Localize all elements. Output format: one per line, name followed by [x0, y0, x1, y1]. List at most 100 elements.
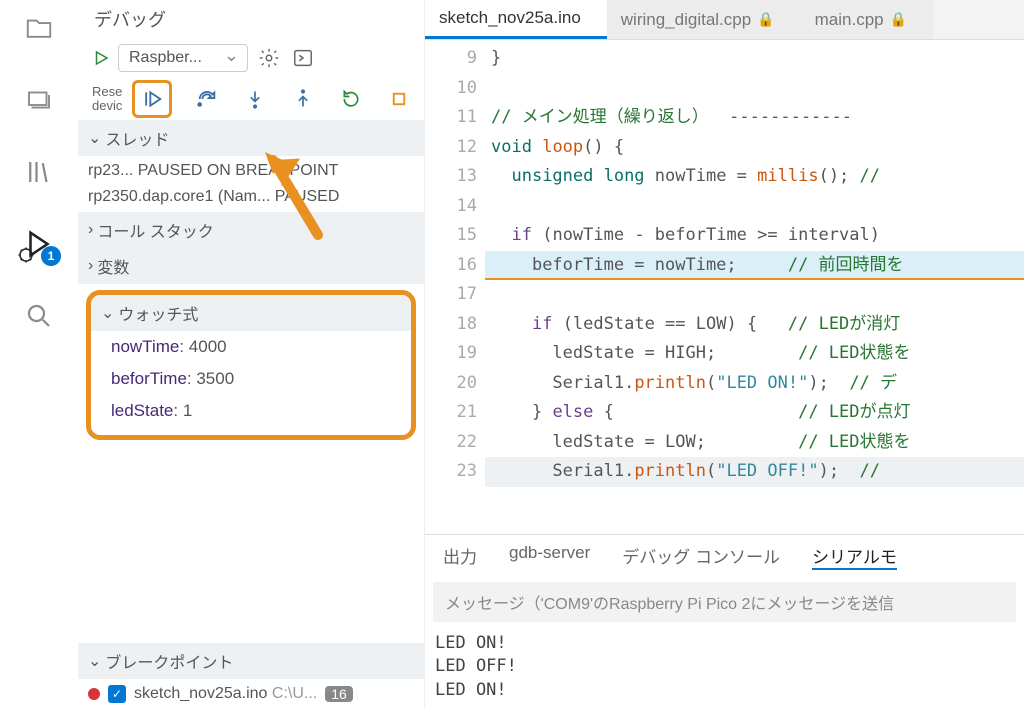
step-over-button[interactable] — [194, 86, 220, 112]
chevron-down-icon: ⌄ — [101, 303, 114, 323]
bottom-tab[interactable]: gdb-server — [509, 543, 590, 570]
threads-header[interactable]: ⌄ スレッド — [78, 120, 424, 156]
threads-label: スレッド — [105, 126, 169, 150]
gutter: 91011121314151617181920212223 — [425, 40, 485, 534]
line-number: 17 — [425, 280, 477, 310]
chevron-down-icon: ⌄ — [88, 128, 101, 148]
bottom-tab[interactable]: 出力 — [443, 543, 477, 570]
line-number: 21 — [425, 398, 477, 428]
breakpoint-item[interactable]: ✓ sketch_nov25a.ino C:\U... 16 — [78, 679, 424, 709]
editor-tabs: sketch_nov25a.inowiring_digital.cpp🔒main… — [425, 0, 1024, 40]
serial-line: LED ON! — [435, 679, 1014, 703]
variables-label: 変数 — [97, 254, 129, 278]
bottom-tab[interactable]: シリアルモ — [812, 543, 897, 570]
code-line: ledState = LOW; // LED状態を — [485, 428, 1024, 458]
debug-toolbar — [128, 78, 416, 120]
bottom-panel: 出力 gdb-server デバッグ コンソール シリアルモ メッセージ（'COM9'… — [425, 534, 1024, 709]
line-number: 9 — [425, 44, 477, 74]
code-line: Serial1.println("LED ON!"); // デ — [485, 369, 1024, 399]
serial-output: LED ON!LED OFF!LED ON! — [425, 626, 1024, 709]
line-number: 16 — [425, 251, 477, 281]
breakpoint-checkbox[interactable]: ✓ — [108, 685, 126, 703]
line-number: 19 — [425, 339, 477, 369]
step-into-button[interactable] — [242, 86, 268, 112]
line-number: 23 — [425, 457, 477, 487]
watch-list: nowTime: 4000beforTime: 3500ledState: 1 — [91, 331, 411, 427]
chevron-right-icon: › — [88, 221, 93, 239]
breakpoint-dot-icon — [88, 688, 100, 700]
watch-item[interactable]: ledState: 1 — [91, 395, 411, 427]
line-number: 13 — [425, 162, 477, 192]
lock-icon: 🔒 — [757, 11, 774, 28]
explorer-icon[interactable] — [21, 10, 57, 46]
watch-header[interactable]: ⌄ ウォッチ式 — [91, 295, 411, 331]
bottom-tab[interactable]: デバッグ コンソール — [622, 543, 780, 570]
breakpoints-label: ブレークポイント — [105, 649, 233, 673]
debug-side-panel: デバッグ Raspber... Rese devic — [78, 0, 424, 709]
line-number: 20 — [425, 369, 477, 399]
code-line: } else { // LEDが点灯 — [485, 398, 1024, 428]
line-number: 22 — [425, 428, 477, 458]
reset-row: Rese devic — [78, 78, 424, 120]
thread-item[interactable]: rp2350.dap.core1 (Nam... PAUSED — [78, 184, 424, 210]
gear-icon[interactable] — [256, 45, 282, 71]
code-line — [485, 280, 1024, 310]
search-icon[interactable] — [21, 298, 57, 334]
code-line — [485, 74, 1024, 104]
restart-button[interactable] — [338, 86, 364, 112]
debug-config-select[interactable]: Raspber... — [118, 44, 248, 72]
breakpoints-header[interactable]: ⌄ ブレークポイント — [78, 643, 424, 679]
line-number: 18 — [425, 310, 477, 340]
code-line — [485, 192, 1024, 222]
reset-label: Rese devic — [92, 85, 122, 114]
line-number: 12 — [425, 133, 477, 163]
lock-icon: 🔒 — [890, 11, 907, 28]
debug-console-icon[interactable] — [290, 45, 316, 71]
breakpoint-line-badge: 16 — [325, 686, 353, 702]
continue-button[interactable] — [132, 80, 172, 118]
debug-icon[interactable]: 1 — [21, 226, 57, 262]
line-number: 15 — [425, 221, 477, 251]
line-number: 10 — [425, 74, 477, 104]
watch-item[interactable]: beforTime: 3500 — [91, 363, 411, 395]
editor-tab[interactable]: main.cpp🔒 — [801, 0, 933, 39]
watch-item[interactable]: nowTime: 4000 — [91, 331, 411, 363]
serial-line: LED OFF! — [435, 655, 1014, 679]
line-number: 11 — [425, 103, 477, 133]
activity-bar: 1 — [0, 0, 78, 709]
stop-button[interactable] — [386, 86, 412, 112]
boards-icon[interactable] — [21, 82, 57, 118]
library-icon[interactable] — [21, 154, 57, 190]
code-line: if (nowTime - beforTime >= interval) — [485, 221, 1024, 251]
code-line: unsigned long nowTime = millis(); // — [485, 162, 1024, 192]
bottom-tabs: 出力 gdb-server デバッグ コンソール シリアルモ — [425, 535, 1024, 578]
code-line: } — [485, 44, 1024, 74]
start-debug-icon[interactable] — [92, 49, 110, 67]
editor-area: sketch_nov25a.inowiring_digital.cpp🔒main… — [424, 0, 1024, 709]
editor-tab[interactable]: sketch_nov25a.ino — [425, 0, 607, 39]
serial-message-input[interactable]: メッセージ（'COM9'のRaspberry Pi Pico 2にメッセージを送… — [433, 582, 1016, 622]
variables-header[interactable]: › 変数 — [78, 248, 424, 284]
line-number: 14 — [425, 192, 477, 222]
code-line: Serial1.println("LED OFF!"); // — [485, 457, 1024, 487]
callstack-label: コール スタック — [97, 218, 213, 242]
chevron-right-icon: › — [88, 257, 93, 275]
step-out-button[interactable] — [290, 86, 316, 112]
code-pane[interactable]: 91011121314151617181920212223 } // メイン処理（… — [425, 40, 1024, 534]
watch-label: ウォッチ式 — [118, 301, 198, 325]
threads-body: rp23... PAUSED ON BREAKPOINT rp2350.dap.… — [78, 156, 424, 212]
code-lines: } // メイン処理（繰り返し） ------------void loop() … — [485, 40, 1024, 534]
breakpoint-file: sketch_nov25a.ino C:\U... — [134, 685, 317, 703]
watch-highlight-box: ⌄ ウォッチ式 nowTime: 4000beforTime: 3500ledS… — [86, 290, 416, 440]
editor-tab[interactable]: wiring_digital.cpp🔒 — [607, 0, 801, 39]
code-line: beforTime = nowTime; // 前回時間を — [485, 251, 1024, 281]
chevron-down-icon: ⌄ — [88, 651, 101, 671]
serial-line: LED ON! — [435, 632, 1014, 656]
panel-title: デバッグ — [78, 0, 424, 38]
code-line: if (ledState == LOW) { // LEDが消灯 — [485, 310, 1024, 340]
code-line: // メイン処理（繰り返し） ------------ — [485, 103, 1024, 133]
debug-badge: 1 — [41, 246, 61, 266]
code-line: void loop() { — [485, 133, 1024, 163]
thread-item[interactable]: rp23... PAUSED ON BREAKPOINT — [78, 158, 424, 184]
callstack-header[interactable]: › コール スタック — [78, 212, 424, 248]
